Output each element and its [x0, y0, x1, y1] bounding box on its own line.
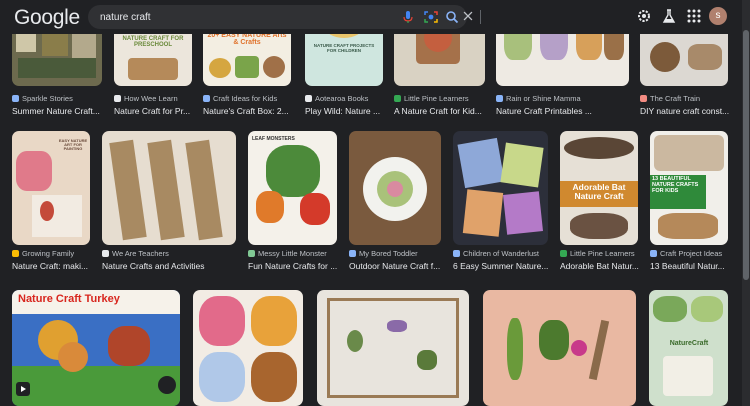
apps-grid-icon[interactable]: [685, 7, 703, 25]
result-image[interactable]: Nature Craft Turkey: [12, 290, 180, 406]
result-image[interactable]: LEAF MONSTERS: [248, 131, 337, 245]
play-icon[interactable]: [16, 382, 30, 396]
result-source[interactable]: How Wee Learn: [114, 94, 178, 103]
result-title[interactable]: 6 Easy Summer Nature...: [453, 261, 550, 271]
source-label: Children of Wanderlust: [463, 249, 540, 258]
flask-icon[interactable]: [660, 7, 678, 25]
result-source[interactable]: Little Pine Learners: [560, 249, 635, 258]
search-icon[interactable]: [444, 9, 460, 25]
image-overlay-text: Nature Craft Turkey: [18, 293, 120, 305]
result-title[interactable]: Adorable Bat Natur...: [560, 261, 640, 271]
result-image[interactable]: [317, 290, 469, 406]
result-title[interactable]: 13 Beautiful Natur...: [650, 261, 730, 271]
result-title[interactable]: Fun Nature Crafts for ...: [248, 261, 339, 271]
result-image[interactable]: [483, 290, 636, 406]
image-overlay-text: EASY NATURE ART FOR PAINTING: [58, 138, 88, 152]
close-icon[interactable]: [461, 9, 475, 23]
result-image[interactable]: [453, 131, 548, 245]
result-source[interactable]: Rain or Shine Mamma: [496, 94, 581, 103]
source-label: Growing Family: [22, 249, 75, 258]
source-label: Craft Project Ideas: [660, 249, 723, 258]
result-image[interactable]: NatureCraft: [649, 290, 728, 406]
image-overlay-text: 20+ EASY NATURE Arts & Crafts: [207, 32, 287, 47]
result-image[interactable]: Adorable Bat Nature Craft: [560, 131, 638, 245]
search-box[interactable]: [88, 5, 481, 29]
search-input[interactable]: [100, 5, 360, 29]
result-title[interactable]: Nature Crafts and Activities: [102, 261, 238, 271]
result-source[interactable]: My Bored Toddler: [349, 249, 418, 258]
source-label: My Bored Toddler: [359, 249, 418, 258]
result-source[interactable]: Messy Little Monster: [248, 249, 327, 258]
source-label: Sparkle Stories: [22, 94, 73, 103]
badge-icon: [158, 376, 176, 394]
image-overlay-text: Adorable Bat Nature Craft: [572, 182, 626, 201]
gear-icon[interactable]: [635, 7, 653, 25]
image-overlay-text: NATURE CRAFT PROJECTS FOR CHILDREN: [313, 43, 375, 53]
result-title[interactable]: Summer Nature Craft...: [12, 106, 104, 116]
image-overlay-text: LEAF MONSTERS: [252, 136, 295, 142]
top-bar: Google nature craft s: [0, 0, 742, 34]
result-source[interactable]: Children of Wanderlust: [453, 249, 539, 258]
result-title[interactable]: DIY nature craft const...: [640, 106, 730, 116]
source-label: Little Pine Learners: [404, 94, 469, 103]
search-divider: [480, 10, 481, 24]
result-source[interactable]: Craft Ideas for Kids: [203, 94, 277, 103]
scroll-thumb[interactable]: [743, 30, 749, 280]
result-title[interactable]: Nature Craft for Pr...: [114, 106, 194, 116]
page-scrollbar[interactable]: [742, 0, 750, 406]
favicon: [12, 95, 19, 102]
google-logo[interactable]: Google: [14, 6, 80, 30]
result-source[interactable]: Little Pine Learners: [394, 94, 469, 103]
avatar[interactable]: s: [709, 7, 727, 25]
result-image[interactable]: [102, 131, 236, 245]
result-source[interactable]: Sparkle Stories: [12, 94, 73, 103]
image-overlay-text: NatureCraft: [669, 340, 709, 347]
result-source[interactable]: Craft Project Ideas: [650, 249, 722, 258]
result-source[interactable]: We Are Teachers: [102, 249, 169, 258]
result-title[interactable]: Nature Craft: maki...: [12, 261, 92, 271]
result-image[interactable]: EASY NATURE ART FOR PAINTING: [12, 131, 90, 245]
source-label: Rain or Shine Mamma: [506, 94, 581, 103]
source-label: The Craft Train: [650, 94, 701, 103]
source-label: Messy Little Monster: [258, 249, 327, 258]
source-label: Aotearoa Books: [315, 94, 369, 103]
image-overlay-text: NATURE CRAFT FOR PRESCHOOL: [122, 36, 184, 49]
source-label: We Are Teachers: [112, 249, 169, 258]
result-image[interactable]: [349, 131, 441, 245]
result-title[interactable]: Play Wild: Nature ...: [305, 106, 385, 116]
source-label: How Wee Learn: [124, 94, 178, 103]
result-source[interactable]: The Craft Train: [640, 94, 700, 103]
result-image[interactable]: [193, 290, 303, 406]
result-title[interactable]: Nature's Craft Box: 2...: [203, 106, 293, 116]
result-title[interactable]: Nature Craft Printables ...: [496, 106, 631, 116]
result-title[interactable]: A Nature Craft for Kid...: [394, 106, 487, 116]
camera-lens-icon[interactable]: [423, 9, 439, 25]
result-title[interactable]: Outdoor Nature Craft f...: [349, 261, 443, 271]
source-label: Craft Ideas for Kids: [213, 94, 278, 103]
microphone-icon[interactable]: [400, 9, 416, 25]
result-image[interactable]: 13 BEAUTIFUL NATURE CRAFTS FOR KIDS: [650, 131, 728, 245]
result-source[interactable]: Growing Family: [12, 249, 74, 258]
result-source[interactable]: Aotearoa Books: [305, 94, 368, 103]
image-overlay-text: 13 BEAUTIFUL NATURE CRAFTS FOR KIDS: [652, 176, 699, 194]
source-label: Little Pine Learners: [570, 249, 635, 258]
